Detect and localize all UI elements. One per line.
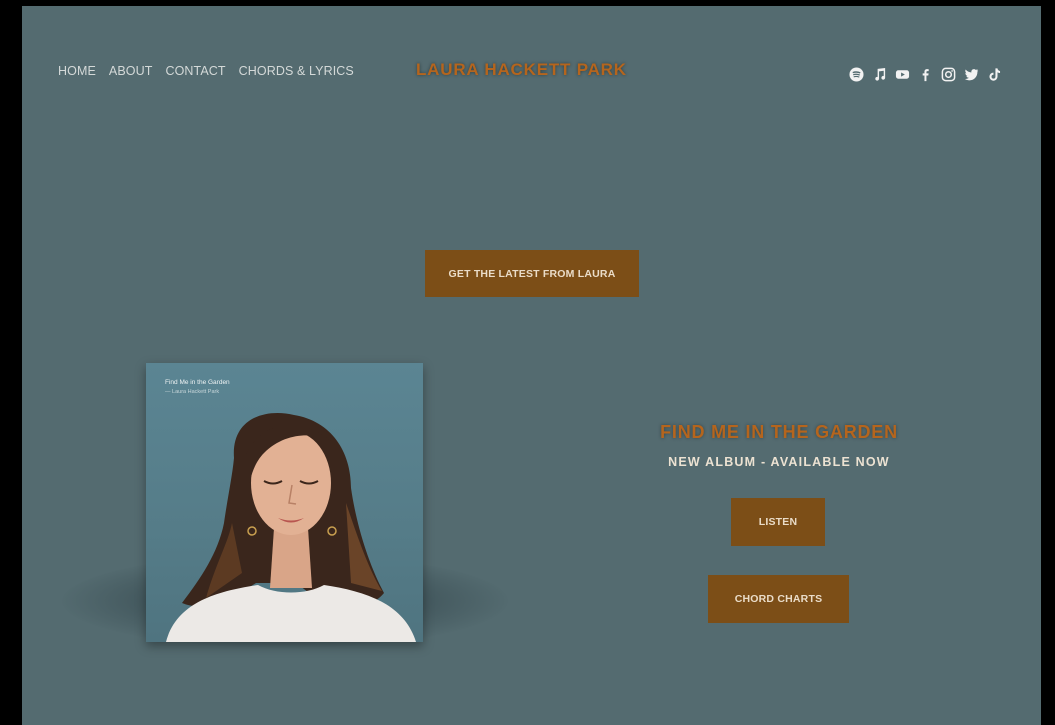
apple-music-icon[interactable] — [871, 66, 887, 82]
album-cover[interactable]: Find Me in the Garden — Laura Hackett Pa… — [146, 363, 423, 642]
facebook-icon[interactable] — [917, 66, 933, 82]
site-title[interactable]: LAURA HACKETT PARK — [416, 60, 627, 80]
twitter-icon[interactable] — [963, 66, 979, 82]
main-nav: HOME ABOUT CONTACT CHORDS & LYRICS — [58, 64, 354, 78]
album-portrait — [166, 412, 416, 642]
album-title: FIND ME IN THE GARDEN — [660, 422, 898, 442]
instagram-icon[interactable] — [940, 66, 956, 82]
chord-charts-button[interactable]: CHORD CHARTS — [708, 575, 849, 623]
page-panel: HOME ABOUT CONTACT CHORDS & LYRICS LAURA… — [22, 6, 1041, 725]
nav-contact[interactable]: CONTACT — [165, 64, 225, 78]
album-cover-title: Find Me in the Garden — [165, 379, 230, 386]
listen-button[interactable]: LISTEN — [731, 498, 825, 546]
social-links — [848, 66, 1002, 82]
nav-chords-lyrics[interactable]: CHORDS & LYRICS — [239, 64, 354, 78]
youtube-icon[interactable] — [894, 66, 910, 82]
spotify-icon[interactable] — [848, 66, 864, 82]
nav-about[interactable]: ABOUT — [109, 64, 153, 78]
album-cover-artist: — Laura Hackett Park — [165, 389, 220, 395]
get-latest-button[interactable]: GET THE LATEST FROM LAURA — [425, 250, 639, 297]
album-subtitle: NEW ALBUM - AVAILABLE NOW — [668, 455, 890, 469]
tiktok-icon[interactable] — [986, 66, 1002, 82]
nav-home[interactable]: HOME — [58, 64, 96, 78]
